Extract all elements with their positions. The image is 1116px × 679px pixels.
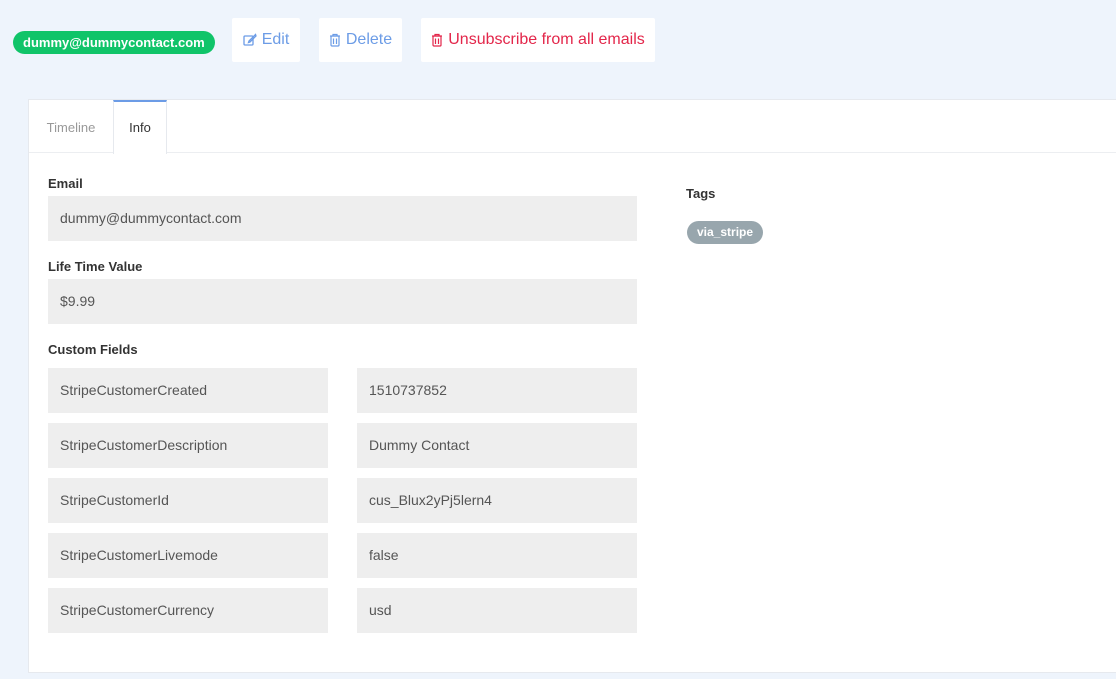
custom-field-value: false — [357, 533, 637, 578]
tab-info[interactable]: Info — [113, 100, 167, 154]
edit-button-label: Edit — [261, 31, 290, 48]
unsubscribe-button-label: Unsubscribe from all emails — [448, 31, 645, 48]
custom-field-value: usd — [357, 588, 637, 633]
custom-field-value: cus_Blux2yPj5lern4 — [357, 478, 637, 523]
custom-field-value: 1510737852 — [357, 368, 637, 413]
trash-icon — [431, 33, 443, 47]
ltv-value: $9.99 — [48, 279, 637, 324]
trash-icon — [329, 33, 341, 47]
custom-field-key: StripeCustomerDescription — [48, 423, 328, 468]
custom-field-key: StripeCustomerLivemode — [48, 533, 328, 578]
delete-button-label: Delete — [345, 31, 393, 48]
contact-panel: Timeline Info Email dummy@dummycontact.c… — [28, 99, 1116, 673]
custom-field-key: StripeCustomerId — [48, 478, 328, 523]
edit-button[interactable]: Edit — [232, 18, 300, 62]
ltv-label: Life Time Value — [48, 259, 143, 274]
contact-header: dummy@dummycontact.com Edit Delete Unsub… — [0, 0, 1116, 90]
tab-bar: Timeline Info — [29, 100, 1116, 154]
tags-label: Tags — [686, 186, 716, 201]
edit-icon — [243, 33, 257, 47]
custom-fields-label: Custom Fields — [48, 342, 138, 357]
contact-email-badge: dummy@dummycontact.com — [13, 31, 215, 54]
email-value: dummy@dummycontact.com — [48, 196, 637, 241]
tab-timeline[interactable]: Timeline — [29, 100, 113, 153]
tag-pill[interactable]: via_stripe — [687, 221, 764, 244]
custom-field-key: StripeCustomerCreated — [48, 368, 328, 413]
custom-field-value: Dummy Contact — [357, 423, 637, 468]
delete-button[interactable]: Delete — [319, 18, 402, 62]
email-label: Email — [48, 176, 83, 191]
custom-field-key: StripeCustomerCurrency — [48, 588, 328, 633]
unsubscribe-button[interactable]: Unsubscribe from all emails — [421, 18, 655, 62]
